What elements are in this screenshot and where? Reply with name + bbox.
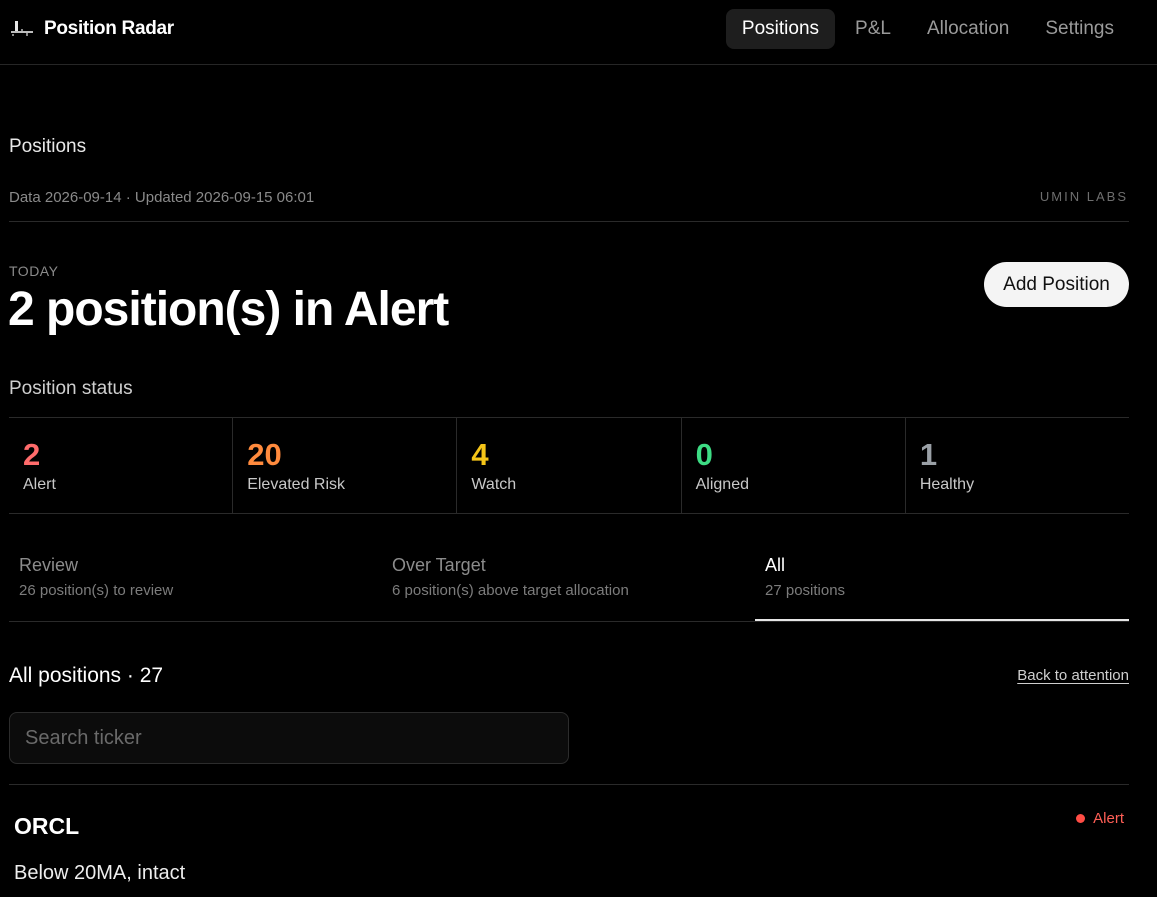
- position-filter-tabs: Review 26 position(s) to review Over Tar…: [9, 549, 1129, 622]
- nav-allocation[interactable]: Allocation: [911, 9, 1025, 49]
- list-title: All positions · 27: [9, 664, 164, 687]
- org-label: UMIN LABS: [1039, 189, 1128, 204]
- status-badge-label: Alert: [1093, 810, 1124, 827]
- status-label: Aligned: [695, 476, 749, 493]
- nav-settings[interactable]: Settings: [1029, 9, 1130, 49]
- status-label: Watch: [471, 476, 517, 493]
- status-count: 2: [23, 437, 41, 472]
- status-alert[interactable]: 2 Alert: [9, 418, 234, 513]
- tab-subtitle: 26 position(s) to review: [19, 582, 174, 599]
- status-count: 1: [919, 437, 938, 472]
- main-nav: Positions P&L Allocation Settings: [722, 9, 1130, 49]
- page-title: Positions: [9, 136, 87, 157]
- top-bar: Position Radar Positions P&L Allocation …: [0, 0, 1157, 65]
- brand[interactable]: Position Radar: [11, 17, 174, 41]
- status-label: Alert: [23, 476, 56, 493]
- status-badge: Alert: [1076, 810, 1124, 827]
- status-section-title: Position status: [9, 378, 133, 399]
- tab-over-target[interactable]: Over Target 6 position(s) above target a…: [382, 549, 755, 621]
- status-count: 20: [247, 437, 282, 472]
- nav-pnl[interactable]: P&L: [839, 9, 907, 49]
- divider: [9, 221, 1129, 222]
- status-count: 4: [471, 437, 489, 472]
- data-timestamp: Data 2026-09-14 · Updated 2026-09-15 06:…: [9, 189, 315, 206]
- tab-title: All: [765, 555, 786, 575]
- radar-logo-icon: [11, 21, 33, 36]
- nav-positions[interactable]: Positions: [725, 9, 836, 49]
- status-summary: 2 Alert 20 Elevated Risk 4 Watch 0 Align…: [9, 417, 1129, 514]
- status-healthy[interactable]: 1 Healthy: [906, 418, 1129, 513]
- alert-headline: 2 position(s) in Alert: [8, 283, 449, 336]
- status-label: Healthy: [919, 476, 975, 493]
- status-watch[interactable]: 4 Watch: [457, 418, 682, 513]
- status-count: 0: [695, 437, 713, 472]
- divider: [9, 784, 1129, 785]
- tab-subtitle: 6 position(s) above target allocation: [392, 582, 629, 599]
- tab-title: Over Target: [392, 555, 486, 575]
- tab-subtitle: 27 positions: [765, 582, 846, 599]
- search-ticker-input[interactable]: [9, 712, 569, 764]
- tab-title: Review: [19, 555, 79, 575]
- position-ticker: ORCL: [14, 813, 80, 839]
- alert-dot-icon: [1076, 814, 1086, 823]
- back-to-attention-link[interactable]: Back to attention: [1017, 667, 1129, 684]
- status-label: Elevated Risk: [247, 476, 346, 493]
- status-aligned[interactable]: 0 Aligned: [682, 418, 906, 513]
- add-position-button[interactable]: Add Position: [984, 262, 1129, 307]
- status-elevated-risk[interactable]: 20 Elevated Risk: [233, 418, 458, 513]
- tab-review[interactable]: Review 26 position(s) to review: [9, 549, 382, 621]
- today-eyebrow: TODAY: [9, 263, 59, 279]
- position-note: Below 20MA, intact: [14, 862, 186, 884]
- app-name: Position Radar: [44, 18, 174, 39]
- tab-all[interactable]: All 27 positions: [755, 549, 1129, 621]
